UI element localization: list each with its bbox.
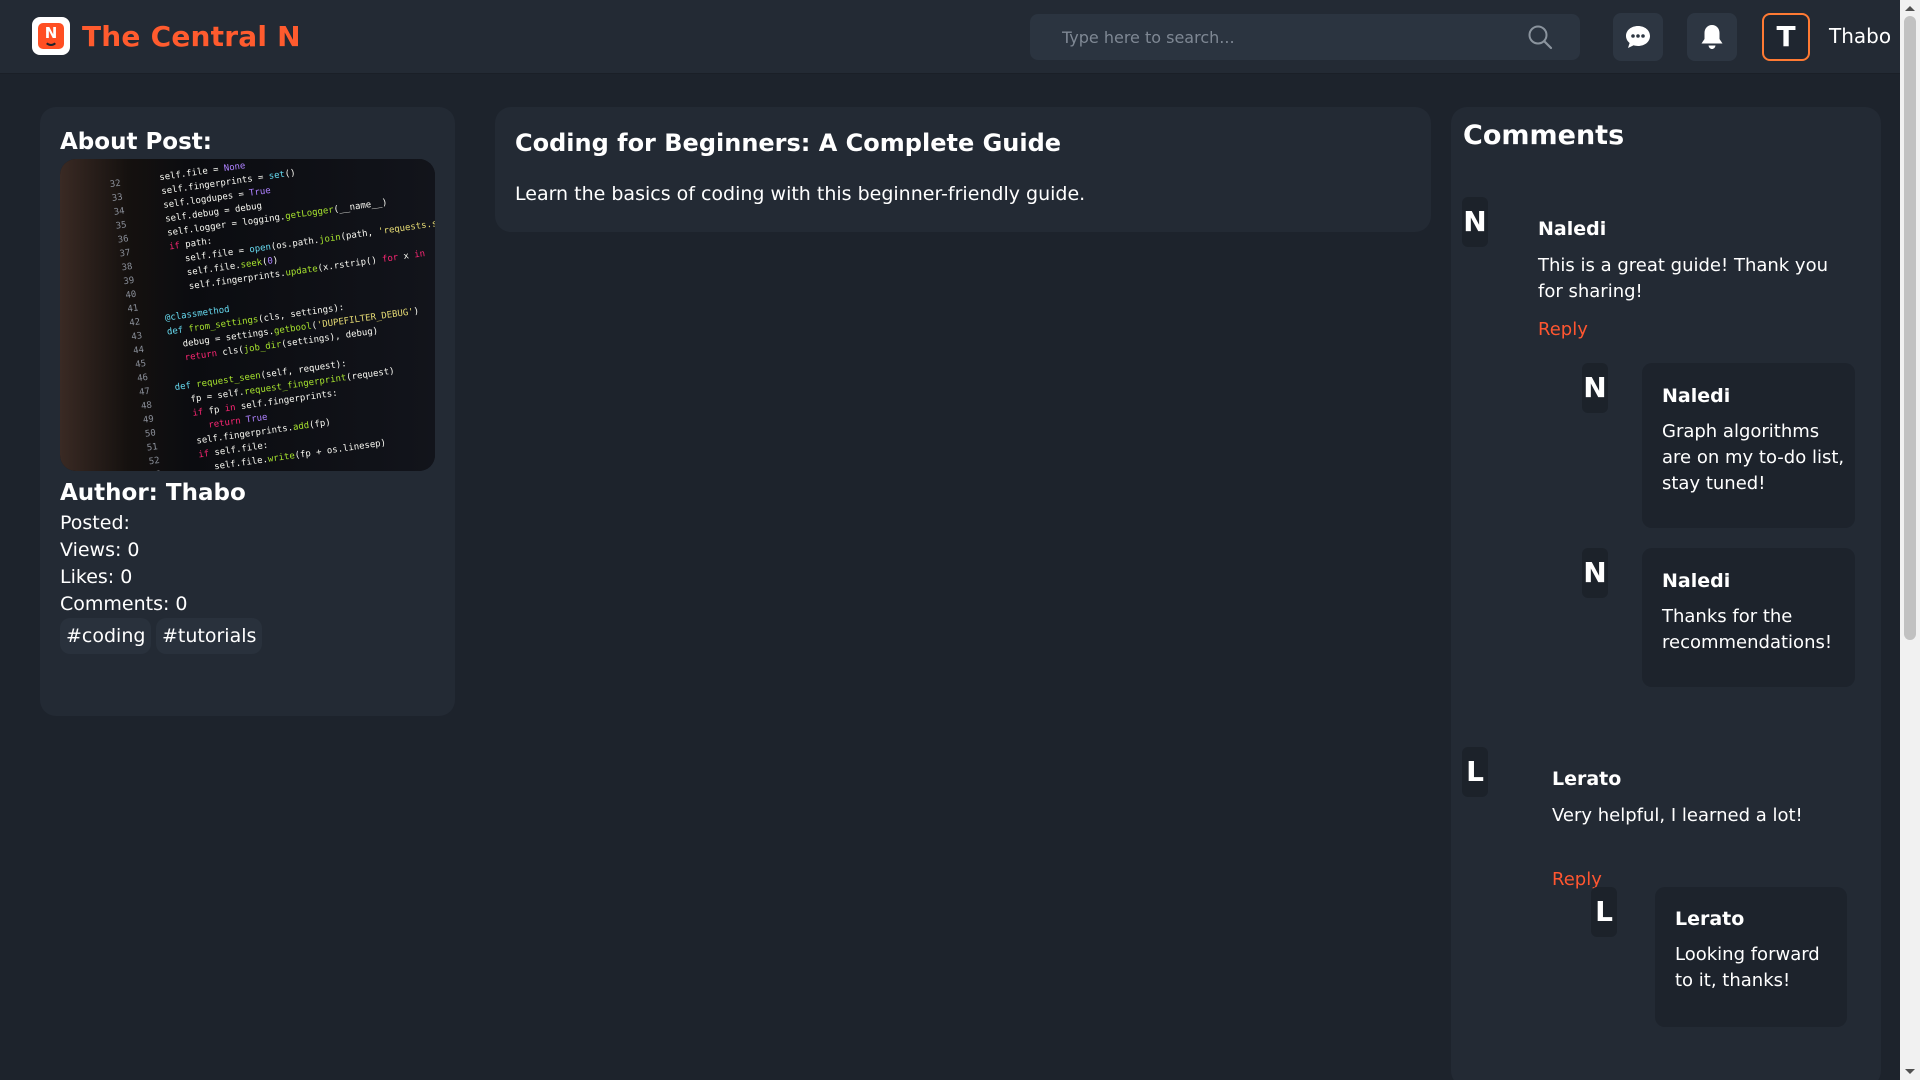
svg-text:43: 43 xyxy=(131,331,143,342)
scroll-down-arrow-icon[interactable] xyxy=(1905,1069,1915,1074)
svg-text:44: 44 xyxy=(133,345,145,356)
svg-text:52: 52 xyxy=(148,456,160,467)
svg-text:46: 46 xyxy=(137,373,149,384)
svg-text:39: 39 xyxy=(123,276,135,287)
reply-author: Naledi xyxy=(1662,385,1731,407)
svg-text:35: 35 xyxy=(115,220,127,231)
likes-count: Likes: 0 xyxy=(60,566,133,588)
comment-avatar: L xyxy=(1462,747,1488,797)
svg-text:38: 38 xyxy=(121,262,133,273)
search-bar xyxy=(1030,14,1580,60)
tag-coding[interactable]: #coding xyxy=(60,618,152,654)
reply-box: Lerato Looking forward to it, thanks! xyxy=(1655,887,1847,1027)
svg-text:42: 42 xyxy=(129,317,141,328)
reply-text: Graph algorithms are on my to-do list, s… xyxy=(1662,421,1845,494)
logo-smile-icon xyxy=(44,39,58,46)
svg-text:34: 34 xyxy=(113,206,125,217)
logo[interactable]: N xyxy=(32,17,70,55)
svg-text:50: 50 xyxy=(144,428,156,439)
notifications-button[interactable] xyxy=(1687,13,1737,61)
post-description: Learn the basics of coding with this beg… xyxy=(515,183,1086,205)
chat-bubble-icon xyxy=(1626,26,1650,48)
comments-count: Comments: 0 xyxy=(60,593,188,615)
messages-button[interactable] xyxy=(1613,13,1663,61)
reply-button[interactable]: Reply xyxy=(1538,319,1588,340)
user-avatar[interactable]: T xyxy=(1762,13,1810,61)
svg-text:47: 47 xyxy=(139,387,151,398)
logo-icon: N xyxy=(38,23,64,49)
svg-text:49: 49 xyxy=(142,414,154,425)
posted-date: Posted: xyxy=(60,512,130,534)
reply-avatar: N xyxy=(1582,548,1608,598)
reply-author: Lerato xyxy=(1675,908,1745,930)
scroll-thumb[interactable] xyxy=(1904,16,1916,640)
post-cover-image: 32 33 34 35 36 37 38 39 40 41 42 43 44 45 46 47 48 4… xyxy=(60,159,435,471)
username[interactable]: Thabo xyxy=(1829,24,1891,48)
comments-title: Comments xyxy=(1463,120,1625,151)
comment-author: Lerato xyxy=(1552,768,1622,790)
svg-text:36: 36 xyxy=(117,234,129,245)
code-screen-image: 32 33 34 35 36 37 38 39 40 41 42 43 44 45 46 47 48 4… xyxy=(60,159,435,471)
reply-text: Looking forward to it, thanks! xyxy=(1675,944,1820,991)
brand-name[interactable]: The Central N xyxy=(82,20,301,53)
comment-author: Naledi xyxy=(1538,218,1607,240)
svg-text:48: 48 xyxy=(140,401,152,412)
svg-text:51: 51 xyxy=(146,442,158,453)
about-post-card: About Post: 32 33 34 35 36 37 38 39 40 41 42 43 … xyxy=(40,107,455,716)
svg-text:40: 40 xyxy=(125,290,137,301)
comment-avatar: N xyxy=(1462,197,1488,247)
svg-text:32: 32 xyxy=(109,179,121,190)
scroll-up-arrow-icon[interactable] xyxy=(1905,6,1915,11)
tag-tutorials[interactable]: #tutorials xyxy=(156,618,263,654)
reply-author: Naledi xyxy=(1662,570,1731,592)
comments-panel: Comments N Naledi This is a great guide!… xyxy=(1451,107,1881,1080)
svg-text:45: 45 xyxy=(135,359,147,370)
comment-text: Very helpful, I learned a lot! xyxy=(1552,805,1803,826)
views-count: Views: 0 xyxy=(60,539,140,561)
reply-box: Naledi Graph algorithms are on my to-do … xyxy=(1642,363,1855,528)
reply-avatar: N xyxy=(1582,363,1608,413)
svg-text:37: 37 xyxy=(119,248,131,259)
reply-text: Thanks for the recommendations! xyxy=(1662,606,1833,653)
reply-box: Naledi Thanks for the recommendations! xyxy=(1642,548,1855,687)
post-author: Author: Thabo xyxy=(60,480,246,506)
search-input[interactable] xyxy=(1030,14,1510,60)
bell-icon xyxy=(1701,25,1723,49)
svg-text:33: 33 xyxy=(111,193,123,204)
svg-text:41: 41 xyxy=(127,303,139,314)
post-title: Coding for Beginners: A Complete Guide xyxy=(515,129,1062,157)
page-scrollbar[interactable] xyxy=(1900,0,1920,1080)
about-post-title: About Post: xyxy=(60,129,212,155)
top-header: N The Central N T Thabo xyxy=(0,0,1900,74)
search-icon[interactable] xyxy=(1526,23,1554,51)
post-card: Coding for Beginners: A Complete Guide L… xyxy=(495,107,1431,232)
comment-text: This is a great guide! Thank you for sha… xyxy=(1538,255,1829,302)
reply-avatar: L xyxy=(1591,887,1617,937)
